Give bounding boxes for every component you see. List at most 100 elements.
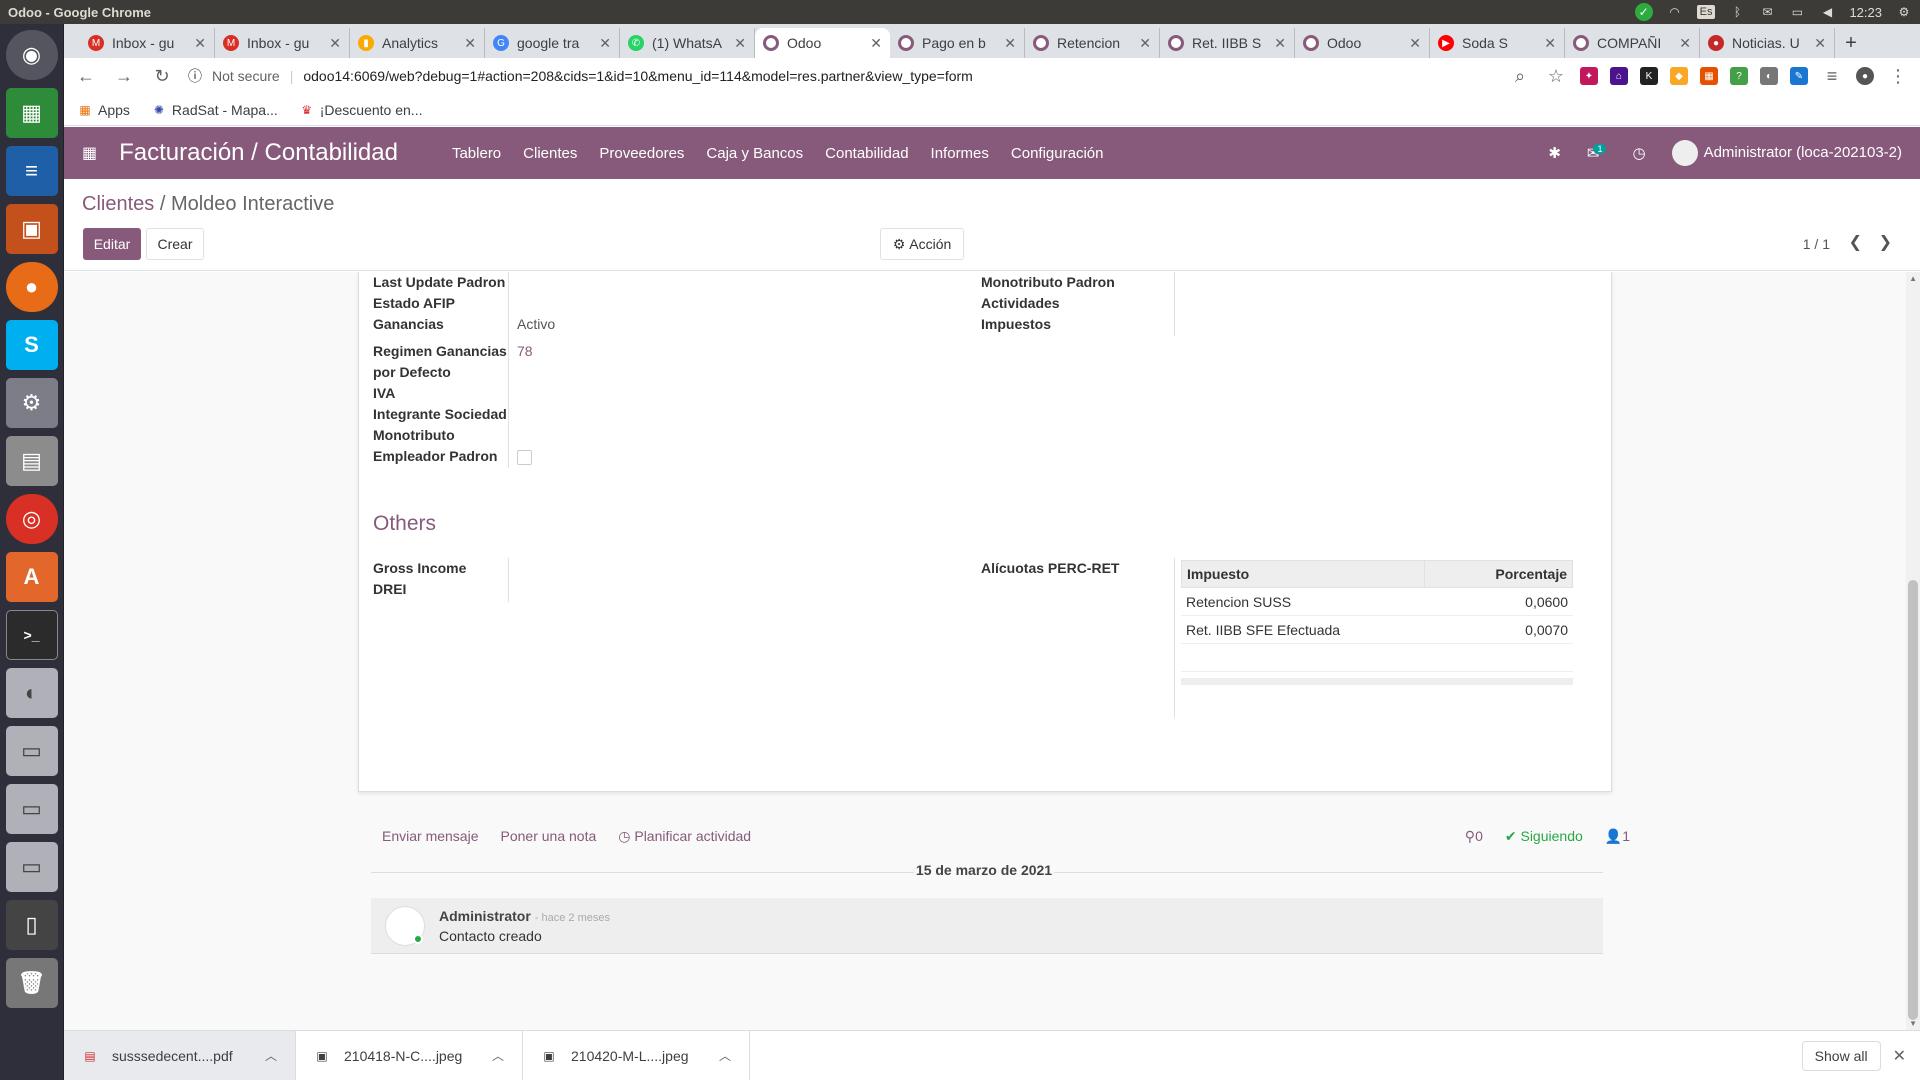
new-tab-button[interactable]: +: [1835, 28, 1867, 58]
spreadsheet-icon[interactable]: ▦: [5, 88, 58, 138]
browser-tab[interactable]: Ggoogle tra ✕: [485, 28, 620, 58]
pager-value[interactable]: 1 / 1: [1803, 236, 1830, 252]
terminal-icon[interactable]: >_: [5, 610, 58, 660]
disk-icon[interactable]: ▭: [5, 842, 58, 892]
settings-icon[interactable]: ⚙: [5, 378, 58, 428]
close-icon[interactable]: ✕: [1004, 35, 1016, 52]
extension-icon[interactable]: ▦: [1700, 67, 1718, 85]
browser-tab[interactable]: ▶ Soda S ✕: [1430, 28, 1565, 58]
close-icon[interactable]: ✕: [1893, 1046, 1906, 1066]
media-icon[interactable]: ≡: [1820, 66, 1844, 87]
close-icon[interactable]: ✕: [1409, 35, 1421, 52]
value-ganancias[interactable]: Activo: [517, 316, 555, 332]
firefox-icon[interactable]: ●: [5, 262, 58, 312]
check-icon[interactable]: ✓: [1634, 3, 1653, 21]
page-scrollbar[interactable]: ▲ ▼: [1906, 272, 1920, 1030]
scroll-up-icon[interactable]: ▲: [1909, 274, 1917, 283]
chevron-up-icon[interactable]: ︿: [719, 1047, 731, 1064]
download-item[interactable]: ▣ 210420-M-L....jpeg ︿: [523, 1030, 750, 1080]
trash-icon[interactable]: 🗑: [5, 958, 58, 1008]
action-button[interactable]: ⚙ Acción: [880, 228, 964, 260]
volume-icon[interactable]: ◀: [1819, 5, 1835, 19]
phone-icon[interactable]: ▯: [5, 900, 58, 950]
clock[interactable]: 12:23: [1849, 5, 1882, 20]
chevron-up-icon[interactable]: ︿: [492, 1047, 504, 1064]
browser-tab[interactable]: Retencion ✕: [1025, 28, 1160, 58]
menu-clientes[interactable]: Clientes: [523, 145, 577, 162]
bookmark-apps[interactable]: ▦ Apps: [78, 102, 130, 118]
scrollbar-thumb[interactable]: [1908, 580, 1918, 1020]
browser-tab[interactable]: ● Noticias. U ✕: [1700, 28, 1835, 58]
dash-icon[interactable]: ◉: [5, 30, 58, 80]
browser-tab[interactable]: Ret. IIBB S ✕: [1160, 28, 1295, 58]
attachments-button[interactable]: ⚲0: [1465, 828, 1483, 845]
app-menu-icon[interactable]: ▦: [82, 143, 97, 163]
menu-caja-bancos[interactable]: Caja y Bancos: [706, 145, 803, 162]
table-row[interactable]: Retencion SUSS 0,0600: [1181, 588, 1573, 616]
close-icon[interactable]: ✕: [1274, 35, 1286, 52]
table-row[interactable]: Ret. IIBB SFE Efectuada 0,0070: [1181, 616, 1573, 644]
bluetooth-icon[interactable]: ᛒ: [1729, 5, 1745, 19]
chevron-right-icon[interactable]: ❯: [1879, 232, 1892, 252]
star-icon[interactable]: ☆: [1544, 66, 1568, 87]
forward-icon[interactable]: →: [112, 66, 136, 87]
chevron-left-icon[interactable]: ❮: [1849, 232, 1862, 252]
store-icon[interactable]: A: [5, 552, 58, 602]
create-button[interactable]: Crear: [146, 228, 204, 260]
menu-contabilidad[interactable]: Contabilidad: [825, 145, 908, 162]
browser-tab[interactable]: M Inbox - gu ✕: [215, 28, 350, 58]
close-icon[interactable]: ✕: [329, 35, 341, 52]
log-note-button[interactable]: Poner una nota: [501, 828, 597, 845]
schedule-activity-button[interactable]: ◷ Planificar actividad: [618, 828, 751, 845]
impress-icon[interactable]: ▣: [5, 204, 58, 254]
menu-proveedores[interactable]: Proveedores: [599, 145, 684, 162]
edit-button[interactable]: Editar: [83, 228, 141, 260]
messages-icon[interactable]: ✉1: [1587, 144, 1607, 162]
zoom-icon[interactable]: ⌕: [1508, 66, 1532, 87]
browser-tab[interactable]: COMPAÑI ✕: [1565, 28, 1700, 58]
app-brand[interactable]: Facturación / Contabilidad: [119, 139, 398, 167]
show-all-button[interactable]: Show all: [1801, 1040, 1881, 1071]
close-icon[interactable]: ✕: [599, 35, 611, 52]
column-impuesto[interactable]: Impuesto: [1182, 561, 1425, 587]
chevron-up-icon[interactable]: ︿: [265, 1047, 277, 1064]
kebab-menu-icon[interactable]: ⋮: [1886, 66, 1910, 87]
browser-tab[interactable]: M Inbox - gu ✕: [80, 28, 215, 58]
back-icon[interactable]: ←: [74, 66, 98, 87]
disk-icon[interactable]: ▭: [5, 726, 58, 776]
user-menu[interactable]: Administrator (loca-202103-2): [1671, 140, 1902, 166]
download-item[interactable]: ▣ 210418-N-C....jpeg ︿: [296, 1030, 523, 1080]
followers-button[interactable]: 👤1: [1605, 828, 1630, 845]
menu-informes[interactable]: Informes: [931, 145, 989, 162]
omnibox[interactable]: ⓘ Not secure | odoo14:6069/web?debug=1#a…: [188, 66, 1494, 86]
bookmark-radsat[interactable]: ✺ RadSat - Mapa...: [152, 102, 278, 118]
download-item[interactable]: ▤ susssedecent....pdf ︿: [64, 1030, 296, 1080]
browser-tab[interactable]: ✆ (1) WhatsA ✕: [620, 28, 755, 58]
menu-tablero[interactable]: Tablero: [452, 145, 501, 162]
close-icon[interactable]: ✕: [194, 35, 206, 52]
column-porcentaje[interactable]: Porcentaje: [1425, 566, 1572, 582]
browser-tab[interactable]: ▮ Analytics ✕: [350, 28, 485, 58]
extension-icon[interactable]: ✎: [1790, 67, 1808, 85]
empleador-padron-checkbox[interactable]: [517, 450, 532, 465]
extension-icon[interactable]: ◐: [1760, 67, 1778, 85]
writer-icon[interactable]: ≡: [5, 146, 58, 196]
browser-tab-active[interactable]: Odoo ✕: [755, 28, 890, 58]
close-icon[interactable]: ✕: [1679, 35, 1691, 52]
menu-configuracion[interactable]: Configuración: [1011, 145, 1104, 162]
extension-icon[interactable]: ◆: [1670, 67, 1688, 85]
chrome-icon[interactable]: ◎: [5, 494, 58, 544]
bookmark-descuento[interactable]: ♛ ¡Descuento en...: [300, 102, 422, 118]
reload-icon[interactable]: ↻: [150, 66, 174, 87]
message-author[interactable]: Administrator - hace 2 meses: [439, 908, 610, 924]
send-message-button[interactable]: Enviar mensaje: [382, 828, 479, 845]
close-icon[interactable]: ✕: [464, 35, 476, 52]
bug-icon[interactable]: ✱: [1548, 144, 1561, 162]
keyboard-layout[interactable]: Es: [1696, 5, 1716, 19]
skype-icon[interactable]: S: [5, 320, 58, 370]
disk-icon[interactable]: ▭: [5, 784, 58, 834]
breadcrumb-clientes[interactable]: Clientes: [82, 193, 154, 215]
close-icon[interactable]: ✕: [734, 35, 746, 52]
browser-tab[interactable]: Odoo ✕: [1295, 28, 1430, 58]
close-icon[interactable]: ✕: [1814, 35, 1826, 52]
